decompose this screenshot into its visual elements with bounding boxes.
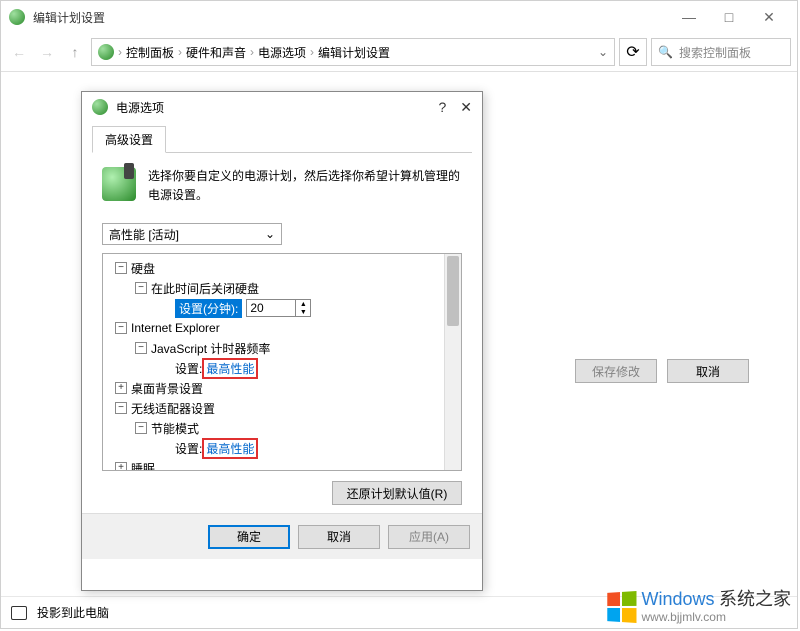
- settings-tree: − 硬盘 − 在此时间后关闭硬盘 设置(分钟): ▲▼ − Interne: [102, 253, 462, 471]
- tree-leaf-js-setting[interactable]: 设置: 最高性能: [105, 358, 459, 378]
- tree-leaf-minutes: 设置(分钟): ▲▼: [105, 298, 459, 318]
- dialog-title-bar: 电源选项 ? ✕: [82, 92, 482, 122]
- tree-node-sleep[interactable]: + 睡眠: [105, 458, 459, 471]
- plan-selected-value: 高性能 [活动]: [109, 226, 179, 243]
- window-controls: — □ ✕: [669, 1, 789, 33]
- collapse-icon[interactable]: −: [115, 402, 127, 414]
- breadcrumb[interactable]: › 控制面板 › 硬件和声音 › 电源选项 › 编辑计划设置 ⌄: [91, 38, 615, 66]
- breadcrumb-icon: [98, 44, 114, 60]
- search-input[interactable]: 🔍 搜索控制面板: [651, 38, 791, 66]
- search-placeholder: 搜索控制面板: [679, 44, 751, 61]
- js-timer-value[interactable]: 最高性能: [206, 362, 254, 376]
- maximize-button[interactable]: □: [709, 1, 749, 33]
- cancel-button[interactable]: 取消: [667, 359, 749, 383]
- tree-node-js-timer[interactable]: − JavaScript 计时器频率: [105, 338, 459, 358]
- wireless-mode-value[interactable]: 最高性能: [206, 442, 254, 456]
- breadcrumb-item[interactable]: 硬件和声音: [186, 44, 246, 61]
- chevron-down-icon: ⌄: [265, 227, 275, 241]
- save-changes-button[interactable]: 保存修改: [575, 359, 657, 383]
- title-bar: 编辑计划设置 — □ ✕: [1, 1, 797, 33]
- refresh-button[interactable]: ⟳: [619, 38, 647, 66]
- breadcrumb-item[interactable]: 编辑计划设置: [318, 44, 390, 61]
- dialog-footer: 确定 取消 应用(A): [82, 513, 482, 559]
- breadcrumb-sep: ›: [118, 45, 122, 59]
- minutes-input[interactable]: [246, 299, 296, 317]
- collapse-icon[interactable]: −: [135, 422, 147, 434]
- tree-node-ie[interactable]: − Internet Explorer: [105, 318, 459, 338]
- search-icon: 🔍: [658, 45, 673, 59]
- tree-node-desktop-bg[interactable]: + 桌面背景设置: [105, 378, 459, 398]
- power-options-dialog: 电源选项 ? ✕ 高级设置 选择你要自定义的电源计划，然后选择你希望计算机管理的…: [81, 91, 483, 591]
- watermark-url: www.bjjmlv.com: [642, 610, 791, 624]
- ok-button[interactable]: 确定: [208, 525, 290, 549]
- scrollbar-thumb[interactable]: [447, 256, 459, 326]
- toolbar: ← → ↑ › 控制面板 › 硬件和声音 › 电源选项 › 编辑计划设置 ⌄ ⟳…: [1, 33, 797, 71]
- app-icon: [9, 9, 25, 25]
- intro-text: 选择你要自定义的电源计划，然后选择你希望计算机管理的电源设置。: [148, 167, 462, 205]
- scrollbar[interactable]: [444, 254, 461, 470]
- collapse-icon[interactable]: −: [115, 262, 127, 274]
- projection-label: 投影到此电脑: [37, 604, 109, 621]
- window-title: 编辑计划设置: [33, 9, 105, 26]
- spinner-buttons[interactable]: ▲▼: [296, 299, 311, 317]
- tree-leaf-wireless-setting[interactable]: 设置: 最高性能: [105, 438, 459, 458]
- collapse-icon[interactable]: −: [115, 322, 127, 334]
- power-plan-icon: [102, 167, 136, 201]
- collapse-icon[interactable]: −: [135, 342, 147, 354]
- restore-defaults-button[interactable]: 还原计划默认值(R): [332, 481, 462, 505]
- dialog-body: 高级设置 选择你要自定义的电源计划，然后选择你希望计算机管理的电源设置。 高性能…: [82, 122, 482, 513]
- breadcrumb-dropdown-icon[interactable]: ⌄: [598, 45, 608, 59]
- back-button[interactable]: ←: [7, 40, 31, 64]
- page-action-buttons: 保存修改 取消: [575, 359, 749, 383]
- collapse-icon[interactable]: −: [135, 282, 147, 294]
- tree-node-turn-off-after[interactable]: − 在此时间后关闭硬盘: [105, 278, 459, 298]
- setting-minutes-label: 设置(分钟):: [175, 299, 242, 318]
- power-plan-select[interactable]: 高性能 [活动] ⌄: [102, 223, 282, 245]
- tab-advanced-settings[interactable]: 高级设置: [92, 126, 166, 153]
- tree-node-hard-disk[interactable]: − 硬盘: [105, 258, 459, 278]
- close-button[interactable]: ✕: [749, 1, 789, 33]
- help-button[interactable]: ?: [438, 99, 446, 116]
- minimize-button[interactable]: —: [669, 1, 709, 33]
- dialog-close-button[interactable]: ✕: [460, 99, 472, 116]
- monitor-icon: [11, 606, 27, 620]
- expand-icon[interactable]: +: [115, 382, 127, 394]
- main-window: 编辑计划设置 — □ ✕ ← → ↑ › 控制面板 › 硬件和声音 › 电源选项…: [0, 0, 798, 629]
- watermark-brand: Windows: [642, 589, 715, 609]
- forward-button[interactable]: →: [35, 40, 59, 64]
- tree-node-wireless[interactable]: − 无线适配器设置: [105, 398, 459, 418]
- dialog-icon: [92, 99, 108, 115]
- watermark: Windows 系统之家 www.bjjmlv.com: [606, 590, 791, 624]
- up-button[interactable]: ↑: [63, 40, 87, 64]
- tree-node-power-saving[interactable]: − 节能模式: [105, 418, 459, 438]
- dialog-cancel-button[interactable]: 取消: [298, 525, 380, 549]
- breadcrumb-item[interactable]: 电源选项: [258, 44, 306, 61]
- watermark-sub: 系统之家: [719, 589, 791, 609]
- breadcrumb-item[interactable]: 控制面板: [126, 44, 174, 61]
- windows-logo-icon: [607, 591, 636, 623]
- dialog-title: 电源选项: [116, 99, 164, 116]
- tab-row: 高级设置: [92, 126, 472, 153]
- expand-icon[interactable]: +: [115, 462, 127, 471]
- apply-button[interactable]: 应用(A): [388, 525, 470, 549]
